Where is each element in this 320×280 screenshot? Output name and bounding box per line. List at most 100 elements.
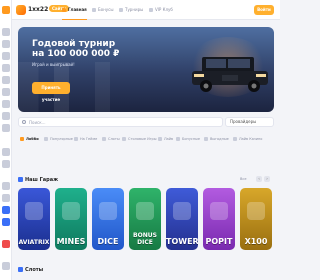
home-icon[interactable]: [2, 28, 10, 36]
prev-arrow-button[interactable]: ‹: [256, 176, 262, 182]
next-arrow-button[interactable]: ›: [264, 176, 270, 182]
sidebar: [0, 0, 12, 280]
chip-icon[interactable]: [2, 124, 10, 132]
category-tabs: Лобби Популярные На Гейме Слоты Столовые…: [18, 133, 274, 145]
search-icon: [22, 120, 26, 124]
star-icon[interactable]: [2, 64, 10, 72]
brand-logo-icon[interactable]: [16, 5, 26, 15]
tab-vip[interactable]: VIP Клуб: [149, 7, 173, 12]
game-art-icon: [99, 202, 117, 220]
social-icon[interactable]: [2, 206, 10, 214]
promo-banner[interactable]: Годовой турнир на 100 000 000 ₽ Играй и …: [18, 27, 274, 112]
slots-section-icon: [18, 267, 23, 272]
slots-section-title: Слоты: [18, 267, 43, 273]
game-art-icon: [210, 202, 228, 220]
category-live[interactable]: Лайв: [158, 133, 173, 145]
search-placeholder: Поиск...: [29, 120, 46, 125]
game-art-icon: [247, 202, 265, 220]
tab-label: Бонусы: [98, 7, 114, 12]
support-icon[interactable]: [2, 148, 10, 156]
category-label: Столовые Игры: [128, 137, 157, 141]
see-all-link[interactable]: Все: [240, 177, 246, 181]
game-art-icon: [173, 202, 191, 220]
game-name: BONUS DICE: [133, 232, 157, 246]
info-icon[interactable]: [2, 160, 10, 168]
category-popular[interactable]: Популярные: [44, 133, 73, 145]
language-icon[interactable]: [2, 240, 10, 248]
category-label: Выгодные: [210, 137, 229, 141]
slots-section-title-text: Слоты: [25, 267, 44, 273]
tab-bonuses[interactable]: Бонусы: [92, 7, 114, 12]
category-slots[interactable]: Слоты: [102, 133, 120, 145]
tab-home[interactable]: Главная: [62, 7, 87, 20]
category-bonus[interactable]: Бонусные: [176, 133, 200, 145]
category-lobby[interactable]: Лобби: [20, 133, 39, 145]
login-button[interactable]: Войти: [254, 5, 274, 15]
crown-tab-icon: [149, 8, 153, 12]
trophy-tab-icon: [119, 8, 123, 12]
lobby-icon: [20, 137, 24, 141]
game-art-icon: [136, 202, 154, 220]
game-card[interactable]: X100: [240, 188, 272, 250]
game-name: X100: [244, 237, 268, 246]
section-icon: [18, 177, 23, 182]
category-live-casino[interactable]: Лайв Казино: [233, 133, 262, 145]
game-name: DICE: [97, 237, 119, 246]
category-label: Лобби: [26, 137, 39, 141]
game-card[interactable]: BONUS DICE: [129, 188, 161, 250]
dice-icon[interactable]: [2, 112, 10, 120]
brand-name[interactable]: 1xx22: [28, 6, 48, 13]
cards-icon[interactable]: [2, 88, 10, 96]
logo-icon[interactable]: [2, 6, 10, 14]
home-tab-icon: [62, 8, 66, 12]
category-profitable[interactable]: Выгодные: [204, 133, 229, 145]
game-name: TOWER: [166, 237, 198, 246]
settings-icon[interactable]: [2, 262, 10, 270]
category-ongame[interactable]: На Гейме: [74, 133, 97, 145]
game-card[interactable]: MINES: [55, 188, 87, 250]
tab-label: Турниры: [125, 7, 144, 12]
game-name: AVIATRIX: [18, 239, 50, 246]
car-image: [192, 57, 268, 92]
category-label: Лайв: [164, 137, 174, 141]
game-card[interactable]: DICE: [92, 188, 124, 250]
gift-icon[interactable]: [2, 40, 10, 48]
banner-title-line2: на 100 000 000 ₽: [32, 49, 120, 59]
search-input[interactable]: Поиск...: [18, 117, 223, 127]
join-tournament-button[interactable]: Принять участие: [32, 82, 70, 102]
live-cat-icon: [158, 137, 162, 141]
top-header: 1xx22 Сайты Главная Бонусы Турниры VIP К…: [12, 0, 280, 20]
slots-cat-icon: [102, 137, 106, 141]
section-title-text: Наш Гараж: [25, 177, 59, 183]
tab-tournaments[interactable]: Турниры: [119, 7, 143, 12]
section-title: Наш Гараж: [18, 177, 58, 183]
live-icon[interactable]: [2, 100, 10, 108]
tab-label: VIP Клуб: [155, 7, 173, 12]
banner-tagline: Играй и выигрывай!: [32, 62, 75, 67]
game-card[interactable]: TOWER: [166, 188, 198, 250]
game-card[interactable]: AVIATRIX: [18, 188, 50, 250]
game-icon: [74, 137, 78, 141]
fire-icon: [44, 137, 48, 141]
category-label: Популярные: [50, 137, 73, 141]
category-table-games[interactable]: Столовые Игры: [122, 133, 157, 145]
category-label: Слоты: [108, 137, 120, 141]
providers-dropdown[interactable]: Провайдеры: [225, 117, 274, 127]
tab-label: Главная: [68, 7, 87, 12]
banner-title-line1: Годовой турнир: [32, 39, 116, 49]
slots-icon[interactable]: [2, 76, 10, 84]
casino-icon: [233, 137, 237, 141]
banner-title: Годовой турнир на 100 000 000 ₽: [32, 39, 119, 59]
table-icon: [122, 137, 126, 141]
category-label: Бонусные: [182, 137, 201, 141]
category-label: На Гейме: [80, 137, 98, 141]
game-name: MINES: [56, 237, 86, 246]
chat-icon[interactable]: [2, 218, 10, 226]
vk-icon[interactable]: [2, 194, 10, 202]
game-art-icon: [25, 202, 43, 220]
gift-tab-icon: [92, 8, 96, 12]
coin-icon: [204, 137, 208, 141]
game-card[interactable]: POPIT: [203, 188, 235, 250]
telegram-icon[interactable]: [2, 182, 10, 190]
trophy-icon[interactable]: [2, 52, 10, 60]
